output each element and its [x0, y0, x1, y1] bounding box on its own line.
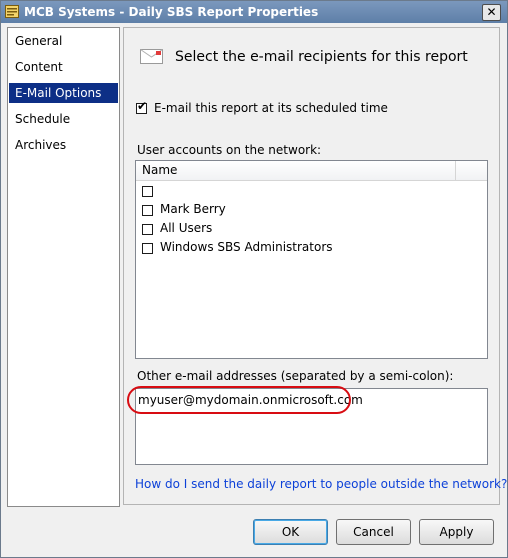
list-item-checkbox[interactable]: [142, 243, 153, 254]
list-item-checkbox[interactable]: [142, 186, 153, 197]
list-item-label: Windows SBS Administrators: [160, 240, 333, 254]
list-header: Name: [136, 161, 487, 181]
list-item-checkbox[interactable]: [142, 224, 153, 235]
apply-button[interactable]: Apply: [419, 519, 494, 545]
nav-item-schedule[interactable]: Schedule: [9, 109, 118, 129]
window-title: MCB Systems - Daily SBS Report Propertie…: [24, 5, 319, 19]
other-addresses-input[interactable]: myuser@mydomain.onmicrosoft.com: [135, 388, 488, 465]
title-bar[interactable]: MCB Systems - Daily SBS Report Propertie…: [1, 1, 507, 23]
close-button[interactable]: ✕: [482, 4, 501, 21]
close-icon: ✕: [486, 5, 497, 19]
checkmark-icon: ✔: [137, 99, 148, 113]
nav-item-general[interactable]: General: [9, 31, 118, 51]
user-accounts-label: User accounts on the network:: [137, 143, 322, 157]
scheduled-email-label: E-mail this report at its scheduled time: [154, 101, 388, 115]
list-item-label: Mark Berry: [160, 202, 226, 216]
column-header-name[interactable]: Name: [136, 161, 456, 180]
cancel-button[interactable]: Cancel: [336, 519, 411, 545]
other-addresses-value: myuser@mydomain.onmicrosoft.com: [138, 393, 363, 407]
list-item[interactable]: Mark Berry: [142, 201, 472, 219]
nav-item-content[interactable]: Content: [9, 57, 118, 77]
ok-button[interactable]: OK: [253, 519, 328, 545]
help-link[interactable]: How do I send the daily report to people…: [135, 477, 507, 491]
report-app-icon: [5, 5, 19, 18]
nav-item-email-options[interactable]: E-Mail Options: [9, 83, 118, 103]
list-item[interactable]: All Users: [142, 220, 472, 238]
list-item-label: All Users: [160, 221, 213, 235]
list-item-checkbox[interactable]: [142, 205, 153, 216]
other-addresses-label: Other e-mail addresses (separated by a s…: [137, 369, 454, 383]
list-item[interactable]: [142, 182, 472, 200]
email-envelope-icon: [140, 49, 163, 64]
list-item[interactable]: Windows SBS Administrators: [142, 239, 472, 257]
nav-list: General Content E-Mail Options Schedule …: [7, 27, 120, 507]
section-heading: Select the e-mail recipients for this re…: [175, 49, 468, 65]
user-accounts-list[interactable]: Name Mark Berry All Users Windows SBS Ad…: [135, 160, 488, 359]
nav-item-archives[interactable]: Archives: [9, 135, 118, 155]
scheduled-email-checkbox[interactable]: ✔: [136, 99, 148, 114]
